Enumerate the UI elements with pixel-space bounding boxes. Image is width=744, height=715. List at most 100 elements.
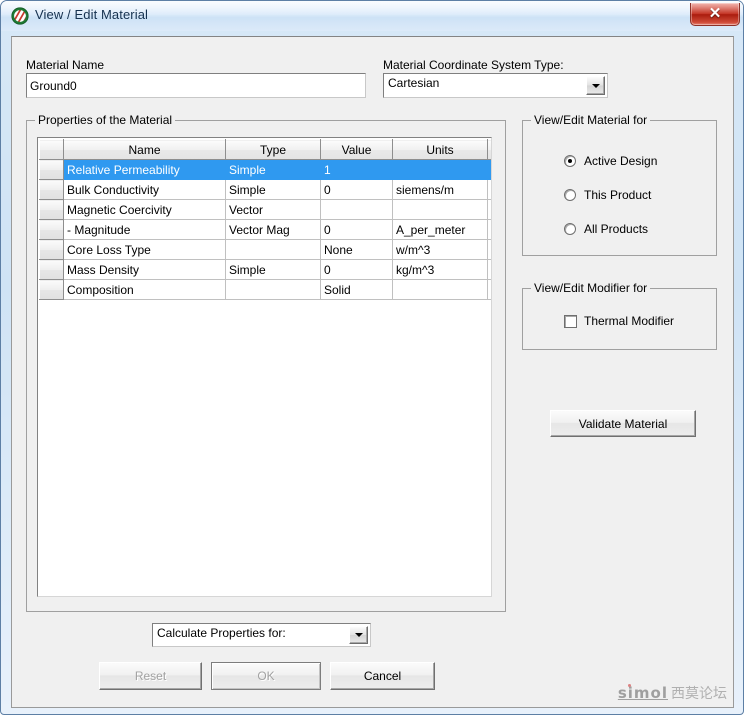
properties-table: Name Type Value Units Relative Permeabil… bbox=[39, 139, 491, 300]
column-header-type[interactable]: Type bbox=[225, 139, 321, 160]
title-bar: View / Edit Material ✕ bbox=[1, 1, 743, 31]
property-units-cell[interactable]: w/m^3 bbox=[392, 239, 488, 260]
property-units-cell[interactable] bbox=[392, 279, 488, 300]
coordinate-system-combo[interactable]: Cartesian bbox=[383, 73, 608, 98]
property-units-cell[interactable]: A_per_meter bbox=[392, 219, 488, 240]
row-spacer-cell bbox=[487, 159, 491, 180]
radio-active-design-mark bbox=[564, 155, 576, 167]
table-row[interactable]: Bulk Conductivity Simple 0 siemens/m bbox=[39, 179, 491, 200]
row-selector-cell[interactable] bbox=[39, 239, 64, 260]
property-type-cell[interactable]: Simple bbox=[225, 259, 321, 280]
radio-this-product[interactable]: This Product bbox=[564, 188, 704, 204]
row-spacer-cell bbox=[487, 219, 491, 240]
table-row[interactable]: Magnetic Coercivity Vector bbox=[39, 199, 491, 220]
view-edit-modifier-for-title: View/Edit Modifier for bbox=[531, 281, 651, 295]
column-header-units[interactable]: Units bbox=[392, 139, 488, 160]
coordinate-system-value: Cartesian bbox=[388, 76, 440, 90]
property-type-cell[interactable]: Vector Mag bbox=[225, 219, 321, 240]
property-units-cell[interactable] bbox=[392, 199, 488, 220]
radio-this-product-mark bbox=[564, 189, 576, 201]
row-selector-cell[interactable] bbox=[39, 219, 64, 240]
table-row[interactable]: Core Loss Type None w/m^3 bbox=[39, 239, 491, 260]
row-spacer-cell bbox=[487, 179, 491, 200]
property-name-cell[interactable]: Core Loss Type bbox=[63, 239, 226, 260]
property-value-cell[interactable]: 1 bbox=[320, 159, 393, 180]
property-type-cell[interactable]: Vector bbox=[225, 199, 321, 220]
property-name-cell[interactable]: Bulk Conductivity bbox=[63, 179, 226, 200]
row-spacer-cell bbox=[487, 239, 491, 260]
property-name-cell[interactable]: Magnetic Coercivity bbox=[63, 199, 226, 220]
view-edit-material-for-title: View/Edit Material for bbox=[531, 113, 651, 127]
calculate-properties-value: Calculate Properties for: bbox=[157, 626, 286, 640]
material-name-label: Material Name bbox=[26, 58, 105, 72]
coordinate-system-label: Material Coordinate System Type: bbox=[383, 58, 564, 72]
property-value-cell[interactable]: None bbox=[320, 239, 393, 260]
property-name-cell[interactable]: Mass Density bbox=[63, 259, 226, 280]
column-header-name[interactable]: Name bbox=[63, 139, 226, 160]
table-header-row: Name Type Value Units bbox=[39, 139, 491, 160]
row-selector-cell[interactable] bbox=[39, 159, 64, 180]
property-type-cell[interactable]: Simple bbox=[225, 179, 321, 200]
property-value-cell[interactable]: 0 bbox=[320, 219, 393, 240]
chevron-down-icon bbox=[354, 633, 363, 637]
material-name-input[interactable] bbox=[26, 73, 366, 98]
property-value-cell[interactable] bbox=[320, 199, 393, 220]
chevron-down-icon bbox=[591, 83, 600, 88]
property-type-cell[interactable]: Simple bbox=[225, 159, 321, 180]
view-edit-material-for-group: View/Edit Material for Active Design Thi… bbox=[522, 113, 717, 256]
row-selector-cell[interactable] bbox=[39, 179, 64, 200]
view-edit-modifier-for-group: View/Edit Modifier for Thermal Modifier bbox=[522, 281, 717, 350]
properties-group-title: Properties of the Material bbox=[35, 113, 176, 127]
table-row[interactable]: Composition Solid bbox=[39, 279, 491, 300]
radio-all-products-mark bbox=[564, 223, 576, 235]
property-units-cell[interactable] bbox=[392, 159, 488, 180]
table-row[interactable]: Relative Permeability Simple 1 bbox=[39, 159, 491, 180]
property-name-cell[interactable]: Composition bbox=[63, 279, 226, 300]
coordinate-system-dropdown-button[interactable] bbox=[586, 76, 605, 95]
watermark-chinese: 西莫论坛 bbox=[671, 686, 727, 702]
row-spacer-cell bbox=[487, 199, 491, 220]
properties-group: Properties of the Material Name Type Val… bbox=[26, 113, 506, 612]
property-value-cell[interactable]: 0 bbox=[320, 259, 393, 280]
column-header-spacer bbox=[487, 139, 491, 160]
property-value-cell[interactable]: 0 bbox=[320, 179, 393, 200]
row-selector-cell[interactable] bbox=[39, 259, 64, 280]
properties-table-container[interactable]: Name Type Value Units Relative Permeabil… bbox=[37, 137, 492, 597]
close-icon: ✕ bbox=[708, 5, 722, 22]
watermark: simol 西莫论坛 bbox=[618, 683, 727, 703]
reset-button[interactable]: Reset bbox=[99, 662, 202, 690]
checkbox-thermal-modifier[interactable]: Thermal Modifier bbox=[564, 314, 709, 330]
table-row[interactable]: - Magnitude Vector Mag 0 A_per_meter bbox=[39, 219, 491, 240]
property-type-cell[interactable] bbox=[225, 239, 321, 260]
checkbox-thermal-modifier-mark bbox=[564, 315, 577, 328]
validate-material-button[interactable]: Validate Material bbox=[550, 410, 696, 437]
watermark-dot bbox=[627, 684, 631, 687]
property-name-cell[interactable]: - Magnitude bbox=[63, 219, 226, 240]
window-title: View / Edit Material bbox=[35, 7, 149, 22]
maxwell-material-icon bbox=[11, 7, 29, 25]
property-value-cell[interactable]: Solid bbox=[320, 279, 393, 300]
calculate-properties-dropdown-button[interactable] bbox=[349, 626, 368, 644]
property-type-cell[interactable] bbox=[225, 279, 321, 300]
column-header-select[interactable] bbox=[39, 139, 64, 160]
property-units-cell[interactable]: siemens/m bbox=[392, 179, 488, 200]
property-name-cell[interactable]: Relative Permeability bbox=[63, 159, 226, 180]
radio-all-products[interactable]: All Products bbox=[564, 222, 704, 238]
close-button[interactable]: ✕ bbox=[690, 3, 740, 26]
row-selector-cell[interactable] bbox=[39, 199, 64, 220]
checkbox-thermal-modifier-label: Thermal Modifier bbox=[584, 314, 675, 328]
row-selector-cell[interactable] bbox=[39, 279, 64, 300]
ok-button[interactable]: OK bbox=[211, 662, 321, 690]
view-edit-material-window: View / Edit Material ✕ Material Name Mat… bbox=[0, 0, 744, 715]
column-header-value[interactable]: Value bbox=[320, 139, 393, 160]
properties-table-body: Relative Permeability Simple 1 Bulk Conduct… bbox=[39, 159, 491, 300]
cancel-button[interactable]: Cancel bbox=[330, 662, 435, 690]
calculate-properties-combo[interactable]: Calculate Properties for: bbox=[152, 623, 371, 647]
radio-this-product-label: This Product bbox=[584, 188, 652, 202]
radio-all-products-label: All Products bbox=[584, 222, 649, 236]
radio-active-design[interactable]: Active Design bbox=[564, 154, 704, 170]
table-row[interactable]: Mass Density Simple 0 kg/m^3 bbox=[39, 259, 491, 280]
row-spacer-cell bbox=[487, 279, 491, 300]
radio-active-design-label: Active Design bbox=[584, 154, 658, 168]
property-units-cell[interactable]: kg/m^3 bbox=[392, 259, 488, 280]
